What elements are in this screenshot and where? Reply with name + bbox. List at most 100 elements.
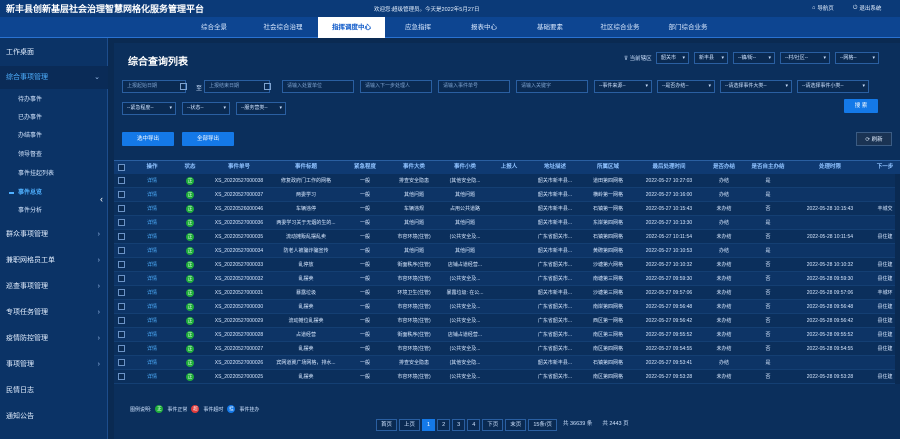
row-checkbox[interactable] bbox=[118, 345, 125, 352]
status-cell: 正 bbox=[172, 202, 208, 216]
sidebar-item-notice[interactable]: 通知公告 bbox=[0, 405, 108, 428]
row-checkbox[interactable] bbox=[118, 303, 125, 310]
collapse-sidebar-icon[interactable]: ‹ bbox=[100, 194, 103, 204]
select-city[interactable]: 韶关市 ▾ bbox=[656, 52, 689, 64]
detail-link[interactable]: 详情 bbox=[132, 370, 172, 384]
export-all-button[interactable]: 全部导出 bbox=[182, 132, 234, 146]
table-cell: 街面秩序(住管) bbox=[397, 262, 431, 268]
tab-basic-elements[interactable]: 基础要素 bbox=[520, 17, 580, 38]
page-prev[interactable]: 上页 bbox=[399, 419, 421, 431]
table-cell: 车辆违规 bbox=[403, 206, 424, 212]
select-service-type[interactable]: --服务营类-- ▾ bbox=[236, 102, 286, 115]
detail-link[interactable]: 详情 bbox=[132, 230, 172, 244]
sidebar-sub-closed[interactable]: 办结事件 bbox=[0, 127, 108, 145]
sidebar-item-epidemic[interactable]: 疫情防控管理 › bbox=[0, 327, 108, 350]
page-4[interactable]: 4 bbox=[467, 419, 481, 431]
sidebar-item-parttime[interactable]: 兼职网格员工单 › bbox=[0, 249, 108, 272]
tab-overview[interactable]: 综合全景 bbox=[186, 17, 242, 38]
select-status[interactable]: --状态-- ▾ bbox=[182, 102, 230, 115]
select-category-small[interactable]: --请选择事件小类-- ▾ bbox=[797, 80, 869, 93]
row-checkbox[interactable] bbox=[118, 275, 125, 282]
sidebar-item-special[interactable]: 专项任务管理 › bbox=[0, 301, 108, 324]
end-date-input[interactable]: 上报结束日期 bbox=[204, 80, 270, 93]
sidebar-sub-pending[interactable]: 待办事件 bbox=[0, 91, 108, 109]
keyword-input[interactable]: 请输入关键字 bbox=[516, 80, 588, 93]
select-town[interactable]: --镇/街-- ▾ bbox=[733, 52, 775, 64]
row-checkbox[interactable] bbox=[118, 373, 125, 380]
event-no-input[interactable]: 请输入事件单号 bbox=[438, 80, 510, 93]
detail-link[interactable]: 详情 bbox=[132, 286, 172, 300]
sidebar-item-diary[interactable]: 民情日志 bbox=[0, 379, 108, 402]
detail-link[interactable]: 详情 bbox=[132, 342, 172, 356]
detail-link[interactable]: 详情 bbox=[132, 314, 172, 328]
sidebar-item-patrol[interactable]: 巡查事项管理 › bbox=[0, 275, 108, 298]
tab-community-business[interactable]: 社区综合业务 bbox=[586, 17, 654, 38]
detail-link[interactable]: 详情 bbox=[132, 244, 172, 258]
sidebar-item-matters[interactable]: 事项管理 › bbox=[0, 353, 108, 376]
detail-link[interactable]: 详情 bbox=[132, 202, 172, 216]
table-cell: 南区第三网格 bbox=[592, 332, 623, 338]
sidebar-sub-suspended[interactable]: 事件挂起列表 bbox=[0, 165, 108, 183]
tab-department-business[interactable]: 部门综合业务 bbox=[654, 17, 722, 38]
logout-link[interactable]: ⏻ 退出系统 bbox=[853, 4, 881, 13]
page-3[interactable]: 3 bbox=[452, 419, 466, 431]
table-cell: 乱摆卖 bbox=[298, 374, 314, 380]
detail-link[interactable]: 详情 bbox=[132, 216, 172, 230]
sidebar-sub-analysis[interactable]: 事件分析 bbox=[0, 202, 108, 220]
page-next[interactable]: 下页 bbox=[482, 419, 504, 431]
row-checkbox[interactable] bbox=[118, 289, 125, 296]
tab-emergency[interactable]: 应急指挥 bbox=[390, 17, 446, 38]
detail-link[interactable]: 详情 bbox=[132, 328, 172, 342]
row-checkbox[interactable] bbox=[118, 191, 125, 198]
caret-down-icon: ▾ bbox=[169, 105, 172, 111]
select-category-big[interactable]: --请选择事件大类-- ▾ bbox=[720, 80, 792, 93]
table-scrollbar[interactable] bbox=[895, 174, 900, 384]
select-all-checkbox[interactable] bbox=[118, 164, 125, 171]
sidebar-item-comprehensive[interactable]: 综合事项管理 ⌄ bbox=[0, 66, 108, 89]
handle-unit-input[interactable]: 请输入处置单位 bbox=[282, 80, 354, 93]
refresh-button[interactable]: ⟳ 刷新 bbox=[856, 132, 892, 146]
tab-social-governance[interactable]: 社会综合治理 bbox=[248, 17, 318, 38]
tab-command-center[interactable]: 指挥调度中心 bbox=[318, 17, 385, 38]
page-size-select[interactable]: 15条/页 bbox=[528, 419, 557, 431]
sidebar-sub-supervision[interactable]: 领导督查 bbox=[0, 146, 108, 164]
select-event-source[interactable]: --事件来源-- ▾ bbox=[594, 80, 652, 93]
row-checkbox[interactable] bbox=[118, 317, 125, 324]
select-county[interactable]: 新丰县 ▾ bbox=[694, 52, 728, 64]
calendar-icon[interactable] bbox=[180, 83, 187, 90]
nav-page-link[interactable]: ⌂ 导航页 bbox=[812, 4, 834, 12]
detail-link[interactable]: 详情 bbox=[132, 188, 172, 202]
row-checkbox[interactable] bbox=[118, 205, 125, 212]
column-header: 事件标题 bbox=[294, 164, 317, 170]
tab-reports[interactable]: 报表中心 bbox=[456, 17, 512, 38]
next-handler-input[interactable]: 请输入下一步处理人 bbox=[360, 80, 432, 93]
sidebar-item-public[interactable]: 群众事项管理 › bbox=[0, 223, 108, 246]
start-date-input[interactable]: 上报起始日期 bbox=[122, 80, 186, 93]
detail-link[interactable]: 详情 bbox=[132, 272, 172, 286]
page-1[interactable]: 1 bbox=[422, 419, 436, 431]
detail-link[interactable]: 详情 bbox=[132, 300, 172, 314]
page-first[interactable]: 首页 bbox=[376, 419, 398, 431]
row-checkbox[interactable] bbox=[118, 177, 125, 184]
row-checkbox[interactable] bbox=[118, 219, 125, 226]
detail-link[interactable]: 详情 bbox=[132, 356, 172, 370]
sidebar-sub-overview[interactable]: 事件总览 bbox=[0, 184, 108, 202]
row-checkbox[interactable] bbox=[118, 261, 125, 268]
export-selected-button[interactable]: 选中导出 bbox=[122, 132, 174, 146]
row-checkbox[interactable] bbox=[118, 233, 125, 240]
sidebar-item-workbench[interactable]: 工作桌面 bbox=[0, 41, 108, 64]
select-village[interactable]: --村/社区-- ▾ bbox=[780, 52, 830, 64]
row-checkbox[interactable] bbox=[118, 331, 125, 338]
detail-link[interactable]: 详情 bbox=[132, 258, 172, 272]
detail-link[interactable]: 详情 bbox=[132, 174, 172, 188]
select-urgency[interactable]: --紧急程度-- ▾ bbox=[122, 102, 176, 115]
page-last[interactable]: 末页 bbox=[505, 419, 527, 431]
page-2[interactable]: 2 bbox=[437, 419, 451, 431]
row-checkbox[interactable] bbox=[118, 359, 125, 366]
search-button[interactable]: 搜 索 bbox=[844, 99, 878, 113]
select-grid[interactable]: --网格-- ▾ bbox=[835, 52, 879, 64]
row-checkbox[interactable] bbox=[118, 247, 125, 254]
sidebar-sub-handled[interactable]: 已办事件 bbox=[0, 109, 108, 127]
select-is-done[interactable]: --是否办结-- ▾ bbox=[657, 80, 715, 93]
calendar-icon[interactable] bbox=[264, 83, 271, 90]
